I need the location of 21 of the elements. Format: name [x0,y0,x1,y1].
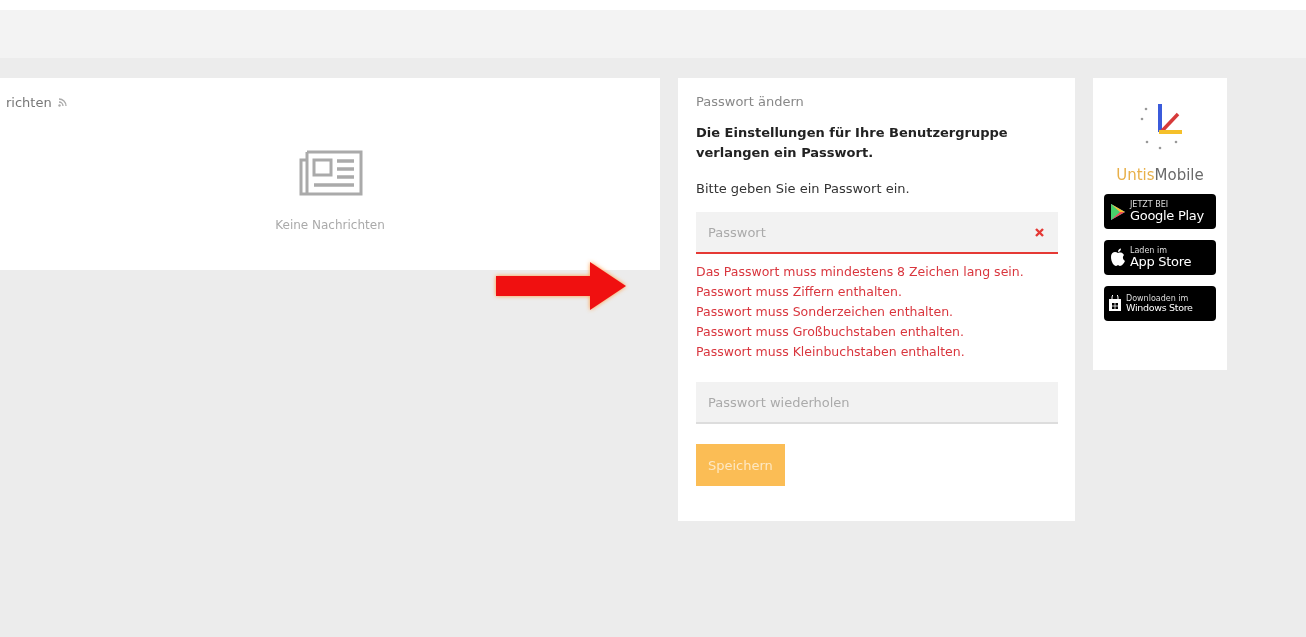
shopping-bag-icon [1108,295,1122,312]
empty-message: Keine Nachrichten [275,218,385,232]
apple-icon [1110,248,1126,267]
error-icon [1035,228,1044,237]
prompt-text: Bitte geben Sie ein Passwort ein. [696,181,911,196]
store-badge[interactable]: Downloaden im Windows Store [1104,286,1216,321]
newspaper-icon [297,148,363,196]
brand-name: UntisMobile [1116,166,1204,184]
error-message: Das Passwort muss mindestens 8 Zeichen lang sein. [696,263,1025,281]
card-title: Passwort ändern [696,94,805,109]
play-icon [1110,202,1126,221]
notice-text: Die Einstellungen für Ihre Benutzergruppe verlangen ein Passwort. [696,124,1009,162]
store-badge[interactable]: JETZT BEI Google Play [1104,194,1216,229]
rss-icon [57,98,67,107]
error-message: Passwort muss Kleinbuchstaben enthalten. [696,343,966,361]
error-message: Passwort muss Ziffern enthalten. [696,283,903,301]
error-message: Passwort muss Sonderzeichen enthalten. [696,303,955,321]
error-message: Passwort muss Großbuchstaben enthalten. [696,323,966,341]
password-field[interactable]: Passwort [696,212,1058,254]
store-badge[interactable]: Laden im App Store [1104,240,1216,275]
news-title: richten [6,95,52,110]
